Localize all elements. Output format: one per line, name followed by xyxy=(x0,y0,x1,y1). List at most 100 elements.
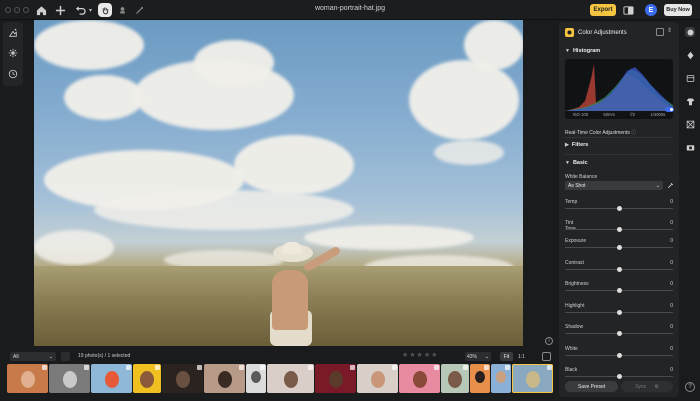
filter-select[interactable]: All ⌄ xyxy=(10,352,56,361)
thumbnail-badge-icon xyxy=(239,365,244,370)
close-window-button[interactable] xyxy=(5,7,11,13)
zoom-window-button[interactable] xyxy=(23,7,29,13)
filmstrip-layout-icon[interactable] xyxy=(542,352,551,361)
sync-button[interactable]: Sync ⚙ xyxy=(621,381,673,392)
thumbnail-smiling-woman[interactable] xyxy=(357,364,398,393)
thumbnail-pink-portrait[interactable] xyxy=(399,364,440,393)
color-adjustments-panel: Color Adjustments ⇕ ▼ Histogram ISO 100 … xyxy=(559,22,679,397)
thumbnail-subject xyxy=(104,371,119,388)
brightness-label: Brightness xyxy=(565,281,589,287)
save-preset-button[interactable]: Save Preset xyxy=(565,381,618,392)
tint-slider[interactable] xyxy=(565,227,673,232)
brush-tool-icon[interactable] xyxy=(132,3,146,17)
home-icon[interactable] xyxy=(35,4,48,17)
temp-slider[interactable] xyxy=(565,206,673,211)
white-balance-select[interactable]: As Shot ⌄ xyxy=(565,181,663,190)
thumbnail-woman-portrait-hat[interactable] xyxy=(512,364,553,393)
contrast-slider[interactable] xyxy=(565,266,673,272)
panel-sort-icon[interactable]: ⇕ xyxy=(667,27,672,34)
top-toolbar: ▾ woman-portrait-hat.jpg Export E Buy No… xyxy=(0,0,700,20)
thumbnail-badge-icon xyxy=(350,365,355,370)
thumbnail-woman-white[interactable] xyxy=(267,364,314,393)
photo-count: 19 photo(s) / 1 selected xyxy=(78,353,131,359)
hand-tool-icon[interactable] xyxy=(98,3,112,17)
exposure-slider[interactable] xyxy=(565,245,673,250)
compare-view-icon[interactable] xyxy=(622,4,635,17)
undo-history-chevron-icon[interactable]: ▾ xyxy=(84,4,97,17)
highlight-slider[interactable] xyxy=(565,309,673,315)
thumbnail-bw-portrait[interactable] xyxy=(246,364,266,393)
fit-button[interactable]: Fit xyxy=(500,352,513,361)
healing-icon[interactable] xyxy=(685,50,695,60)
one-to-one-button[interactable]: 1:1 xyxy=(515,352,528,361)
thumbnail-subject xyxy=(525,371,540,388)
exif-iso: ISO 100 xyxy=(572,112,589,117)
history-icon[interactable] xyxy=(7,68,19,80)
image-info-icon[interactable]: i xyxy=(545,337,553,345)
thumbnail-couple-outdoor[interactable] xyxy=(441,364,469,393)
zoom-select[interactable]: 43% ⌄ xyxy=(465,352,491,361)
black-slider[interactable] xyxy=(565,374,673,379)
thumbnail-badge-icon xyxy=(547,365,552,370)
brightness-slider-knob[interactable] xyxy=(616,288,622,293)
panel-layout-icon[interactable] xyxy=(656,28,664,36)
shadow-slider[interactable] xyxy=(565,331,673,336)
thumbnail-subject xyxy=(251,371,261,383)
thumbnail-yellow-portrait[interactable] xyxy=(133,364,161,393)
white-slider-knob[interactable] xyxy=(616,352,622,358)
portrait-icon[interactable] xyxy=(685,96,695,106)
stamp-tool-icon[interactable] xyxy=(115,3,129,17)
color-panel-icon[interactable] xyxy=(685,27,695,37)
tint-slider-knob[interactable] xyxy=(616,227,622,232)
export-button[interactable]: Export xyxy=(590,4,616,16)
thumbnail-subject xyxy=(62,371,77,388)
crop-sparkle-icon[interactable] xyxy=(7,27,19,39)
temp-slider-knob[interactable] xyxy=(616,206,622,211)
user-avatar[interactable]: E xyxy=(645,4,657,16)
help-button[interactable]: ? xyxy=(685,382,695,392)
black-slider-knob[interactable] xyxy=(616,374,622,379)
thumbnail-subject xyxy=(448,371,462,388)
highlight-value: 0 xyxy=(670,302,673,309)
eyedropper-icon[interactable] xyxy=(667,182,674,189)
star-rating[interactable]: ★★★★★ xyxy=(402,351,438,359)
thumbnail-blue-sky[interactable] xyxy=(491,364,511,393)
select-all-icon[interactable] xyxy=(61,352,70,361)
left-tool-rail xyxy=(3,22,23,86)
adjust-settings-icon[interactable] xyxy=(7,47,19,59)
filters-section-header[interactable]: ▶ Filters xyxy=(565,142,588,148)
thumbnail-beach-umbrella[interactable] xyxy=(91,364,132,393)
thumbnail-man-with-cat[interactable] xyxy=(49,364,90,393)
shadow-value: 0 xyxy=(670,324,673,330)
frame-icon[interactable] xyxy=(685,119,695,129)
thumbnail-red-portrait[interactable] xyxy=(315,364,356,393)
thumbnail-badge-icon xyxy=(197,365,202,370)
camera-icon[interactable] xyxy=(685,142,695,152)
shadow-slider-knob[interactable] xyxy=(616,331,622,336)
highlight-slider-knob[interactable] xyxy=(616,309,622,315)
exposure-slider-knob[interactable] xyxy=(616,245,622,250)
temp-label: Temp xyxy=(565,199,578,205)
add-icon[interactable] xyxy=(54,4,67,17)
brightness-slider[interactable] xyxy=(565,288,673,293)
thumbnail-badge-icon xyxy=(484,365,489,370)
layers-icon[interactable] xyxy=(685,73,695,83)
exif-aperture: f/2 xyxy=(630,112,636,117)
minimize-window-button[interactable] xyxy=(14,7,20,13)
buy-now-button[interactable]: Buy Now xyxy=(664,4,692,16)
thumbnail-badge-icon xyxy=(463,365,468,370)
thumbnail-group-selfie[interactable] xyxy=(7,364,48,393)
histogram-section-header[interactable]: ▼ Histogram xyxy=(565,48,600,54)
realtime-toggle[interactable] xyxy=(665,107,674,112)
white-slider[interactable] xyxy=(565,352,673,358)
thumbnail-dark-profile[interactable] xyxy=(162,364,203,393)
contrast-slider-knob[interactable] xyxy=(616,266,622,272)
exposure-label: Exposure xyxy=(565,238,587,244)
main-photo-canvas[interactable] xyxy=(34,20,523,346)
thumbnail-woman-black-top[interactable] xyxy=(204,364,245,393)
thumbnail-orange-sky[interactable] xyxy=(470,364,490,393)
thumbnail-badge-icon xyxy=(155,365,160,370)
help-icon: ⓘ xyxy=(631,130,637,136)
basic-section-header[interactable]: ▼ Basic xyxy=(565,160,588,166)
brightness-value: 0 xyxy=(670,281,673,287)
